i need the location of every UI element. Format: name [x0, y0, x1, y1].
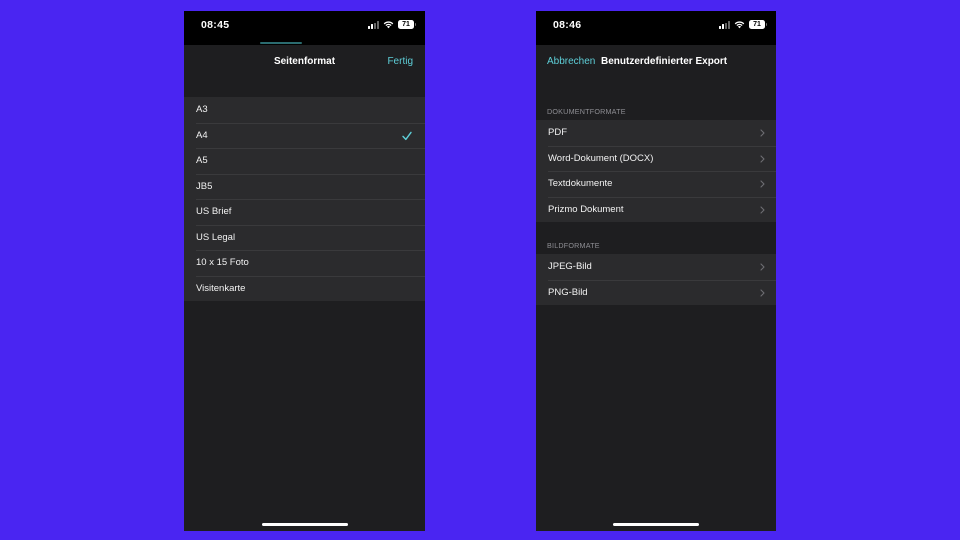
list-item-docx[interactable]: Word-Dokument (DOCX) — [536, 145, 776, 171]
list-item-label: A4 — [196, 129, 208, 141]
chevron-right-icon — [760, 154, 765, 163]
chevron-right-icon — [760, 263, 765, 271]
battery-icon: 71 — [398, 20, 416, 29]
status-icons: 71 — [368, 20, 416, 29]
list-item-business-card[interactable]: Visitenkarte — [184, 275, 425, 301]
chevron-right-icon — [760, 205, 765, 214]
status-bar: 08:46 71 — [536, 11, 776, 45]
chevron-right-icon — [760, 180, 765, 188]
list-item-label: Word-Dokument (DOCX) — [548, 152, 654, 164]
list-item-pdf[interactable]: PDF — [536, 120, 776, 146]
status-bar: 08:45 71 — [184, 11, 425, 45]
image-formats-list: JPEG-Bild PNG-Bild — [536, 254, 776, 305]
list-item-label: 10 x 15 Foto — [196, 257, 249, 268]
sheet: Seitenformat Fertig A3 A4 A5 JB5 US Brie… — [184, 45, 425, 531]
cellular-signal-icon — [368, 21, 379, 29]
battery-icon: 71 — [749, 20, 767, 29]
list-item-text-documents[interactable]: Textdokumente — [536, 171, 776, 197]
list-item-label: JPEG-Bild — [548, 261, 592, 272]
sheet: Abbrechen Benutzerdefinierter Export DOK… — [536, 45, 776, 531]
list-item-label: PNG-Bild — [548, 286, 588, 298]
phone-screen-page-format: 08:45 71 Seitenformat Fertig A3 A4 A5 JB… — [184, 11, 425, 531]
chevron-right-icon — [760, 129, 765, 137]
document-formats-list: PDF Word-Dokument (DOCX) Textdokumente P… — [536, 120, 776, 222]
status-time: 08:45 — [201, 19, 230, 31]
status-icons: 71 — [719, 20, 767, 29]
section-header-document-formats: DOKUMENTFORMATE — [547, 107, 626, 116]
list-item-label: A5 — [196, 155, 208, 166]
list-item-us-legal[interactable]: US Legal — [184, 224, 425, 250]
done-button[interactable]: Fertig — [387, 56, 413, 67]
chevron-right-icon — [760, 288, 765, 297]
phone-screen-custom-export: 08:46 71 Abbrechen Benutzerdefinierter E… — [536, 11, 776, 531]
list-item-a5[interactable]: A5 — [184, 148, 425, 174]
page-title: Benutzerdefinierter Export — [601, 56, 728, 67]
home-indicator[interactable] — [261, 523, 348, 526]
format-list: A3 A4 A5 JB5 US Brief US Legal 10 x 15 F… — [184, 97, 425, 301]
wifi-icon — [734, 21, 745, 29]
nav-bar: Abbrechen Benutzerdefinierter Export — [536, 45, 776, 97]
list-item-label: PDF — [548, 127, 567, 138]
list-item-png[interactable]: PNG-Bild — [536, 279, 776, 305]
list-item-label: Textdokumente — [548, 178, 613, 189]
checkmark-icon — [402, 131, 412, 140]
sheet-grabber — [260, 42, 302, 44]
list-item-us-letter[interactable]: US Brief — [184, 199, 425, 225]
cellular-signal-icon — [719, 21, 730, 29]
nav-bar: Seitenformat Fertig — [184, 45, 425, 97]
list-item-jpeg[interactable]: JPEG-Bild — [536, 254, 776, 280]
list-item-label: A3 — [196, 104, 208, 115]
wifi-icon — [383, 21, 394, 29]
list-item-a4[interactable]: A4 — [184, 122, 425, 148]
list-item-label: Prizmo Dokument — [548, 203, 624, 215]
section-header-image-formats: BILDFORMATE — [547, 241, 600, 250]
list-item-a3[interactable]: A3 — [184, 97, 425, 123]
list-item-prizmo-document[interactable]: Prizmo Dokument — [536, 196, 776, 222]
list-item-label: JB5 — [196, 180, 213, 192]
list-item-jb5[interactable]: JB5 — [184, 173, 425, 199]
list-item-label: US Legal — [196, 231, 236, 243]
list-item-label: US Brief — [196, 206, 232, 217]
home-indicator[interactable] — [613, 523, 699, 526]
cancel-button[interactable]: Abbrechen — [547, 56, 595, 67]
list-item-photo-10x15[interactable]: 10 x 15 Foto — [184, 250, 425, 276]
list-item-label: Visitenkarte — [196, 282, 246, 294]
status-time: 08:46 — [553, 19, 582, 31]
